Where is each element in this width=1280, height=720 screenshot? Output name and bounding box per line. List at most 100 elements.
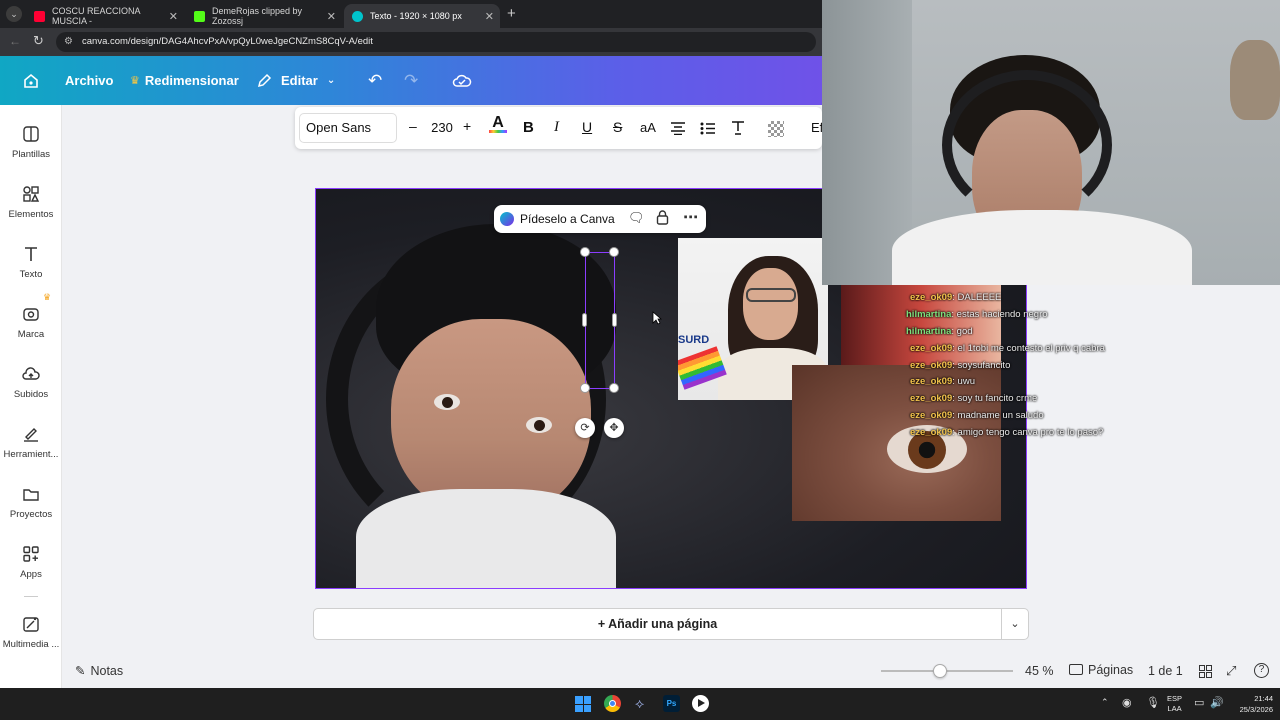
network-icon[interactable]: ▭ (1194, 696, 1204, 709)
sign-text: SURD (678, 334, 710, 346)
comment-icon[interactable]: 🗨 (628, 210, 645, 226)
chat-message: hilmartina: estas haciendo negro (906, 309, 1048, 320)
font-size-input[interactable]: 230 (423, 113, 461, 143)
font-size-decrease-button[interactable]: – (409, 118, 417, 134)
microphone-icon[interactable]: 🎙 (1146, 696, 1160, 709)
edit-mode-button[interactable]: Editar ⌄ (256, 56, 335, 105)
new-tab-icon[interactable]: + (507, 5, 516, 22)
sidebar-item-marca[interactable]: ♛ Marca (0, 292, 62, 361)
sidebar-item-plantillas[interactable]: Plantillas (0, 125, 62, 181)
sidebar-item-label: Marca (17, 329, 45, 340)
spacing-icon[interactable] (730, 120, 746, 139)
media-player-icon[interactable] (692, 695, 709, 712)
close-tab-icon[interactable]: ✕ (327, 10, 336, 23)
sidebar-item-label: Proyectos (9, 509, 53, 520)
zoom-slider[interactable] (881, 664, 1013, 678)
chrome-icon[interactable] (604, 695, 621, 712)
grid-view-icon[interactable] (1199, 665, 1212, 683)
tab-title: COSCU REACCIONA MUSCIA - (52, 6, 141, 26)
sidebar-item-proyectos[interactable]: Proyectos (0, 485, 62, 541)
cloud-save-icon[interactable] (452, 56, 472, 105)
undo-button[interactable]: ↶ (368, 56, 382, 105)
eye-right (526, 417, 552, 433)
fullscreen-icon[interactable]: ⤢ (1226, 663, 1236, 679)
font-family-select[interactable]: Open Sans (299, 113, 397, 143)
italic-icon[interactable]: I (554, 119, 559, 136)
sidebar-item-apps[interactable]: Apps (0, 545, 62, 601)
woman-glasses (746, 288, 796, 302)
lock-icon[interactable] (656, 210, 669, 230)
discord-icon[interactable]: ◉ (1122, 696, 1132, 709)
add-page-button[interactable]: + Añadir una página (313, 608, 1002, 640)
back-icon[interactable]: ← (9, 34, 21, 48)
browser-tab-canva[interactable]: Texto - 1920 × 1080 px ✕ (344, 4, 500, 28)
resize-handle[interactable] (580, 383, 590, 393)
left-sidebar: Plantillas Elementos Texto ♛ Marca Subid… (0, 105, 62, 688)
rotate-handle-icon[interactable]: ⟳ (575, 418, 595, 438)
resize-handle[interactable] (609, 383, 619, 393)
clock-time: 21:44 (1254, 694, 1273, 703)
pages-button[interactable]: Páginas (1069, 663, 1133, 677)
font-size-increase-button[interactable]: + (463, 118, 471, 134)
transparency-icon[interactable] (768, 121, 784, 137)
clock[interactable]: 21:44 25/3/2026 (1225, 693, 1273, 715)
close-tab-icon[interactable]: ✕ (169, 10, 178, 23)
list-icon[interactable] (700, 122, 716, 138)
windows-start-icon[interactable] (575, 696, 591, 712)
eye-left (434, 394, 460, 410)
home-button[interactable] (22, 56, 40, 105)
text-color-icon[interactable]: A (489, 114, 507, 133)
help-icon[interactable]: ? (1254, 663, 1269, 678)
redo-button[interactable]: ↷ (404, 56, 418, 105)
language-indicator[interactable]: ESP LAA (1167, 694, 1182, 714)
sidebar-item-label: Apps (20, 569, 42, 580)
photoshop-icon[interactable]: Ps (663, 695, 680, 712)
letter-case-button[interactable]: aA (640, 120, 656, 135)
clock-date: 25/3/2026 (1239, 705, 1273, 714)
sidebar-item-herramientas[interactable]: Herramient... (0, 425, 62, 481)
youtube-icon (34, 10, 45, 22)
add-page-dropdown[interactable]: ⌄ (1001, 608, 1029, 640)
volume-icon[interactable]: 🔊 (1210, 696, 1224, 709)
more-options-icon[interactable]: ⋯ (683, 208, 698, 226)
sidebar-item-elementos[interactable]: Elementos (0, 185, 62, 241)
sidebar-item-multimedia[interactable]: Multimedia ... (0, 615, 62, 671)
reload-icon[interactable]: ↻ (33, 33, 44, 49)
strikethrough-icon[interactable]: S (613, 119, 622, 135)
pencil-icon (257, 73, 272, 87)
pages-label: Páginas (1088, 663, 1134, 677)
bold-icon[interactable]: B (523, 119, 534, 136)
brand-icon (23, 308, 39, 321)
sidebar-item-label: Plantillas (11, 149, 51, 160)
sidebar-item-subidos[interactable]: Subidos (0, 365, 62, 421)
sidebar-item-texto[interactable]: Texto (0, 245, 62, 301)
site-info-icon[interactable]: ⚙ (64, 32, 73, 52)
underline-icon[interactable]: U (582, 119, 592, 135)
close-tab-icon[interactable]: ✕ (485, 10, 494, 23)
resize-handle[interactable] (580, 247, 590, 257)
floating-context-menu: Pídeselo a Canva 🗨 ⋯ (494, 205, 706, 233)
chevron-down-icon: ⌄ (326, 75, 336, 86)
tray-chevron-icon[interactable]: ⌃ (1101, 697, 1109, 708)
notes-button[interactable]: ✎ Notas (75, 663, 123, 678)
browser-tab-kick[interactable]: DemeRojas clipped by Zozossj ✕ (186, 4, 342, 28)
side-handle[interactable] (582, 313, 587, 327)
align-center-icon[interactable] (670, 122, 686, 138)
archivo-menu[interactable]: Archivo (65, 56, 113, 105)
chat-message: eze_ok09: madname un saludo (910, 410, 1044, 421)
browser-tab-youtube[interactable]: COSCU REACCIONA MUSCIA - ✕ (26, 4, 184, 28)
ask-canva-button[interactable]: Pídeselo a Canva (500, 210, 615, 228)
selected-text-box[interactable] (585, 252, 615, 389)
eye-closeup-photo[interactable] (792, 365, 1001, 521)
upload-cloud-icon (22, 367, 40, 380)
resize-handle[interactable] (609, 247, 619, 257)
side-handle[interactable] (612, 313, 617, 327)
tab-list-chevron-icon[interactable]: ⌄ (6, 6, 22, 22)
url-field[interactable]: ⚙ canva.com/design/DAG4AhcvPxA/vpQyL0weJ… (56, 32, 816, 52)
resize-button[interactable]: ♛ Redimensionar (130, 56, 239, 105)
app-icon[interactable]: ⟡ (635, 695, 644, 712)
move-handle-icon[interactable]: ✥ (604, 418, 624, 438)
zoom-level[interactable]: 45 % (1025, 664, 1054, 678)
tab-title: DemeRojas clipped by Zozossj (212, 6, 303, 26)
language-primary: ESP (1167, 694, 1183, 703)
